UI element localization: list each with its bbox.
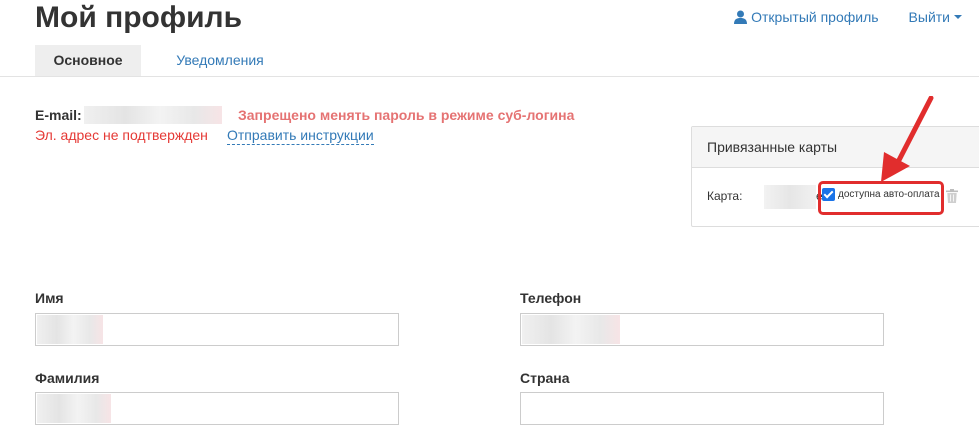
first-name-input[interactable] <box>35 313 399 346</box>
logout-dropdown[interactable]: Выйти <box>909 9 962 25</box>
card-label: Карта: <box>707 189 743 203</box>
country-input[interactable] <box>520 392 884 425</box>
logout-label: Выйти <box>908 9 950 25</box>
public-profile-link[interactable]: Открытый профиль <box>734 9 879 25</box>
caret-down-icon <box>954 15 962 19</box>
country-label: Страна <box>520 370 570 386</box>
tab-bar: Основное Уведомления <box>0 45 979 77</box>
email-row: E-mail: <box>35 106 222 124</box>
page-title: Мой профиль <box>35 1 243 34</box>
user-icon <box>734 10 748 24</box>
public-profile-label: Открытый профиль <box>751 9 879 25</box>
first-name-value-redacted <box>37 315 103 344</box>
email-label: E-mail: <box>35 107 82 123</box>
trash-icon[interactable] <box>946 189 958 203</box>
phone-input[interactable] <box>520 313 884 346</box>
card-number-redacted <box>764 185 816 209</box>
tab-main[interactable]: Основное <box>35 45 141 76</box>
send-instructions-link[interactable]: Отправить инструкции <box>227 127 374 145</box>
annotation-arrow-icon <box>881 96 934 182</box>
top-links: Открытый профиль Выйти <box>734 9 962 25</box>
first-name-label: Имя <box>35 290 64 306</box>
last-name-value-redacted <box>37 394 111 423</box>
password-change-error: Запрещено менять пароль в режиме суб-лог… <box>238 107 575 123</box>
last-name-input[interactable] <box>35 392 399 425</box>
email-unconfirmed-notice: Эл. адрес не подтвержден <box>35 127 208 143</box>
last-name-label: Фамилия <box>35 370 100 386</box>
phone-value-redacted <box>522 315 620 344</box>
email-value-redacted <box>83 106 222 124</box>
phone-label: Телефон <box>520 290 582 306</box>
tab-notifications[interactable]: Уведомления <box>158 45 282 76</box>
